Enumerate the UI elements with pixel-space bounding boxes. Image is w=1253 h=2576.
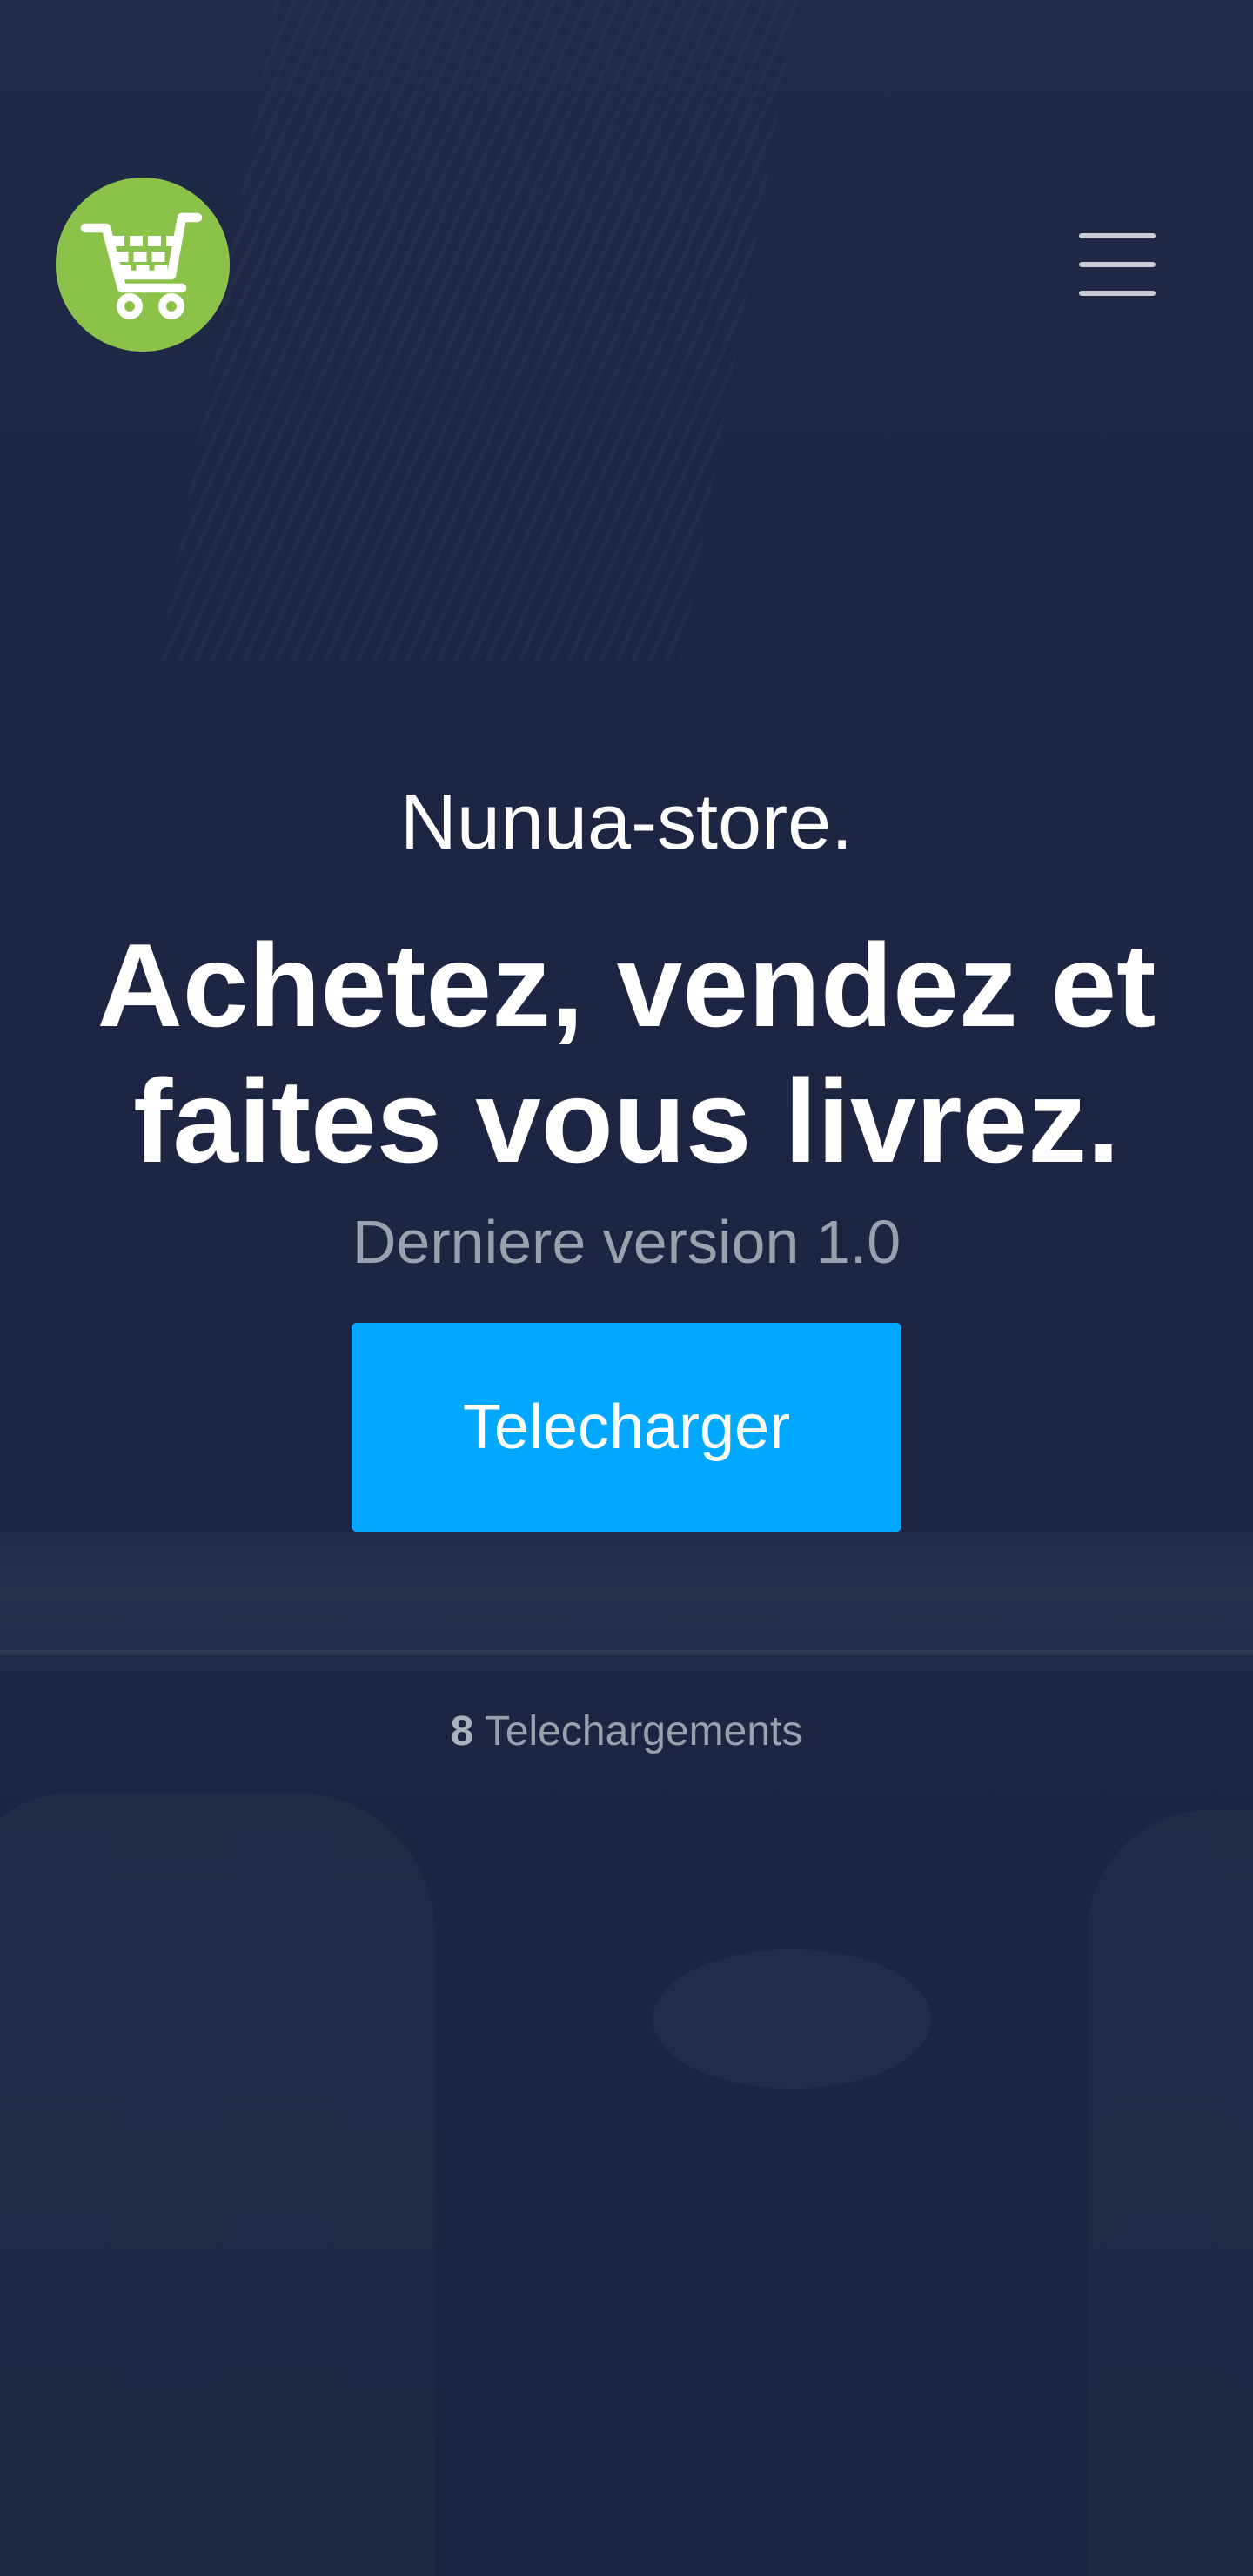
- logo[interactable]: [56, 178, 230, 352]
- menu-bar: [1079, 262, 1156, 267]
- background-texture: [158, 0, 799, 661]
- background-shape-left: [0, 1793, 435, 2576]
- hero-section: Nunua-store. Achetez, vendez et faites v…: [0, 783, 1253, 1532]
- background-line: [0, 1650, 1253, 1655]
- download-count-label: Telechargements: [484, 1708, 803, 1754]
- background-shape-right: [1088, 1810, 1253, 2576]
- landing-page: Nunua-store. Achetez, vendez et faites v…: [0, 0, 1253, 2576]
- brand-name: Nunua-store.: [399, 779, 854, 866]
- background-shape-center: [653, 1949, 931, 2089]
- hamburger-menu-icon[interactable]: [1074, 233, 1161, 296]
- version-text: Derniere version 1.0: [352, 1208, 901, 1276]
- headline: Achetez, vendez et faites vous livrez.: [97, 919, 1156, 1187]
- download-count: 8 Telechargements: [0, 1711, 1253, 1753]
- download-count-value: 8: [450, 1708, 474, 1754]
- menu-bar: [1079, 291, 1156, 296]
- download-button[interactable]: Telecharger: [352, 1323, 901, 1532]
- shopping-cart-icon: [80, 212, 203, 319]
- menu-bar: [1079, 233, 1156, 238]
